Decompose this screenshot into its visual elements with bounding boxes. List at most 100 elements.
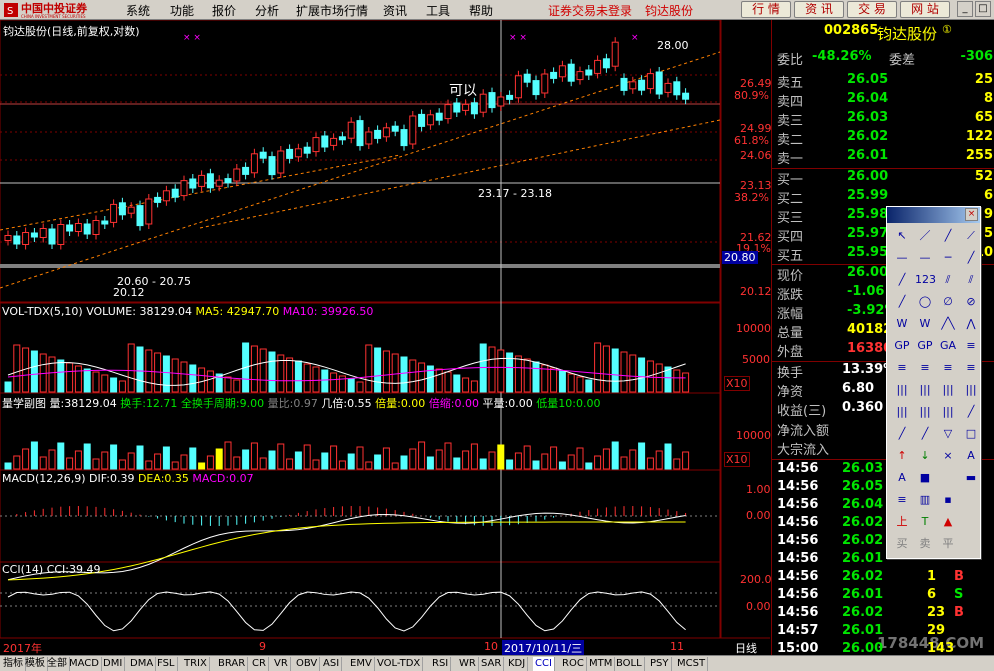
drawing-tool-icon[interactable]: ≡ (961, 359, 981, 377)
drawing-tool-icon[interactable]: GP (892, 337, 912, 355)
drawing-tool-icon[interactable] (961, 491, 981, 509)
menu-help[interactable]: 帮助 (469, 2, 493, 19)
quote-button[interactable]: 行 情 (741, 1, 791, 18)
drawing-tool-icon[interactable]: ◯ (915, 293, 935, 311)
drawing-tool-icon[interactable]: ▪ (938, 491, 958, 509)
trade-login-status[interactable]: 证券交易未登录 (548, 2, 632, 19)
indicator-tab-emv[interactable]: EMV (348, 657, 375, 671)
close-icon[interactable]: × (965, 208, 978, 221)
drawing-tool-icon[interactable]: 123 (915, 271, 936, 289)
indicator-tab-cci[interactable]: CCI (533, 657, 555, 671)
indicator-tab-boll[interactable]: BOLL (614, 657, 645, 671)
drawing-tool-icon[interactable]: ||| (961, 381, 981, 399)
drawing-tool-icon[interactable]: × (938, 447, 958, 465)
drawing-tool-icon[interactable]: ▬ (961, 469, 981, 487)
drawing-tool-icon[interactable] (961, 513, 981, 531)
indicator-tab-obv[interactable]: OBV (294, 657, 321, 671)
drawing-tool-icon[interactable]: ≡ (961, 337, 981, 355)
drawing-tool-icon[interactable]: □ (961, 425, 981, 443)
drawing-tool-icon[interactable]: ╱ (938, 227, 958, 245)
menu-analysis[interactable]: 分析 (255, 2, 279, 19)
toolbox-titlebar[interactable]: × (887, 207, 980, 223)
news-button[interactable]: 资 讯 (794, 1, 844, 18)
indicator-tab-trix[interactable]: TRIX (182, 657, 210, 671)
indicator-tab-psy[interactable]: PSY (648, 657, 672, 671)
drawing-tool-icon[interactable]: ─ (938, 249, 958, 267)
indicator-tab-macd[interactable]: MACD (67, 657, 102, 671)
drawing-tool-icon[interactable] (938, 469, 958, 487)
menu-function[interactable]: 功能 (170, 2, 194, 19)
indicator-tab-mtm[interactable]: MTM (587, 657, 616, 671)
drawing-tool-icon[interactable]: ⊘ (961, 293, 981, 311)
drawing-tool-icon[interactable]: ≡ (915, 359, 935, 377)
drawing-tool-icon[interactable]: ≡ (938, 359, 958, 377)
drawing-tool-icon[interactable]: ||| (892, 381, 912, 399)
website-button[interactable]: 网 站 (900, 1, 950, 18)
drawing-tool-icon[interactable]: ||| (892, 403, 912, 421)
drawing-tool-icon[interactable]: ╱╲ (938, 315, 958, 333)
drawing-tool-icon[interactable]: ╱ (892, 271, 912, 289)
maximize-icon[interactable]: □ (975, 1, 991, 17)
trade-button[interactable]: 交 易 (847, 1, 897, 18)
indicator-tab-mcst[interactable]: MCST (675, 657, 709, 671)
drawing-tool-icon[interactable]: W (892, 315, 912, 333)
indicator-tab-dmi[interactable]: DMI (101, 657, 126, 671)
drawing-tool-icon[interactable]: A (961, 447, 981, 465)
indicator-tab-wr[interactable]: WR (457, 657, 479, 671)
drawing-tool-icon[interactable]: ⫽ (961, 271, 981, 289)
drawing-tool-icon[interactable]: ▲ (938, 513, 958, 531)
minimize-icon[interactable]: _ (957, 1, 973, 17)
drawing-tool-icon[interactable]: ■ (915, 469, 935, 487)
indicator-tab-brar[interactable]: BRAR (216, 657, 249, 671)
drawing-tool-icon[interactable]: ||| (938, 381, 958, 399)
chart-canvas[interactable] (0, 20, 770, 655)
drawing-tool-icon[interactable]: GP (915, 337, 935, 355)
chart-area[interactable]: 钧达股份(日线,前复权,对数) 可以 28.00 23.17 - 23.18 2… (0, 20, 772, 656)
drawing-tool-icon[interactable] (961, 535, 981, 553)
drawing-tool-icon[interactable]: ↖ (892, 227, 912, 245)
drawing-tool-icon[interactable]: ╱ (915, 425, 935, 443)
drawing-tool-icon[interactable]: ⋀ (961, 315, 981, 333)
drawing-tool-icon[interactable]: ╱ (892, 425, 912, 443)
drawing-tool-icon[interactable]: ∅ (938, 293, 958, 311)
menu-system[interactable]: 系统 (126, 2, 150, 19)
indicator-tab-rsi[interactable]: RSI (430, 657, 452, 671)
drawing-tool-icon[interactable]: 平 (938, 535, 958, 553)
menu-info[interactable]: 资讯 (383, 2, 407, 19)
indicator-tab-fsl[interactable]: FSL (155, 657, 178, 671)
drawing-tool-icon[interactable]: ╱ (892, 293, 912, 311)
indicator-tab-sar[interactable]: SAR (479, 657, 505, 671)
drawing-tool-icon[interactable]: 买 (892, 535, 912, 553)
drawing-tool-icon[interactable]: ／ (915, 227, 935, 245)
drawing-tool-icon[interactable]: ||| (915, 403, 935, 421)
drawing-tool-icon[interactable]: ╱ (961, 249, 981, 267)
drawing-tool-icon[interactable]: ▥ (915, 491, 935, 509)
indicator-tab-dma[interactable]: DMA (128, 657, 157, 671)
drawing-tool-icon[interactable]: — (915, 249, 935, 267)
drawing-tool-icon[interactable]: ↓ (915, 447, 935, 465)
menu-quote[interactable]: 报价 (212, 2, 236, 19)
menu-extended-market[interactable]: 扩展市场行情 (296, 2, 368, 19)
drawing-tool-icon[interactable]: ||| (938, 403, 958, 421)
menu-tools[interactable]: 工具 (426, 2, 450, 19)
drawing-tool-icon[interactable]: 上 (892, 513, 912, 531)
drawing-tool-icon[interactable]: ≡ (892, 491, 912, 509)
current-stock-link[interactable]: 钧达股份 (645, 2, 693, 19)
drawing-tool-icon[interactable]: ╱ (961, 403, 981, 421)
indicator-tab-roc[interactable]: ROC (560, 657, 587, 671)
drawing-tool-icon[interactable]: ↑ (892, 447, 912, 465)
drawing-tool-icon[interactable]: A (892, 469, 912, 487)
drawing-tool-icon[interactable]: 卖 (915, 535, 935, 553)
indicator-tab-cr[interactable]: CR (250, 657, 269, 671)
drawing-toolbox[interactable]: × ↖ ／ ╱ ⟋ — — ─ ╱ ╱ 123 ⫽ ⫽ ╱ ◯ ∅ ⊘ W W ╱╲ ⋀ GP GP GA ≡ ≡ ≡ ≡ ≡ ||| |… (886, 206, 981, 559)
drawing-tool-icon[interactable]: ⟋ (961, 227, 981, 245)
drawing-tool-icon[interactable]: W (915, 315, 935, 333)
indicator-tab-vol-tdx[interactable]: VOL-TDX (375, 657, 424, 671)
drawing-tool-icon[interactable]: T (915, 513, 935, 531)
indicator-tab-asi[interactable]: ASI (321, 657, 343, 671)
drawing-tool-icon[interactable]: ▽ (938, 425, 958, 443)
drawing-tool-icon[interactable]: ||| (915, 381, 935, 399)
drawing-tool-icon[interactable]: — (892, 249, 912, 267)
period-label[interactable]: 日线 (735, 640, 757, 656)
drawing-tool-icon[interactable]: GA (938, 337, 958, 355)
